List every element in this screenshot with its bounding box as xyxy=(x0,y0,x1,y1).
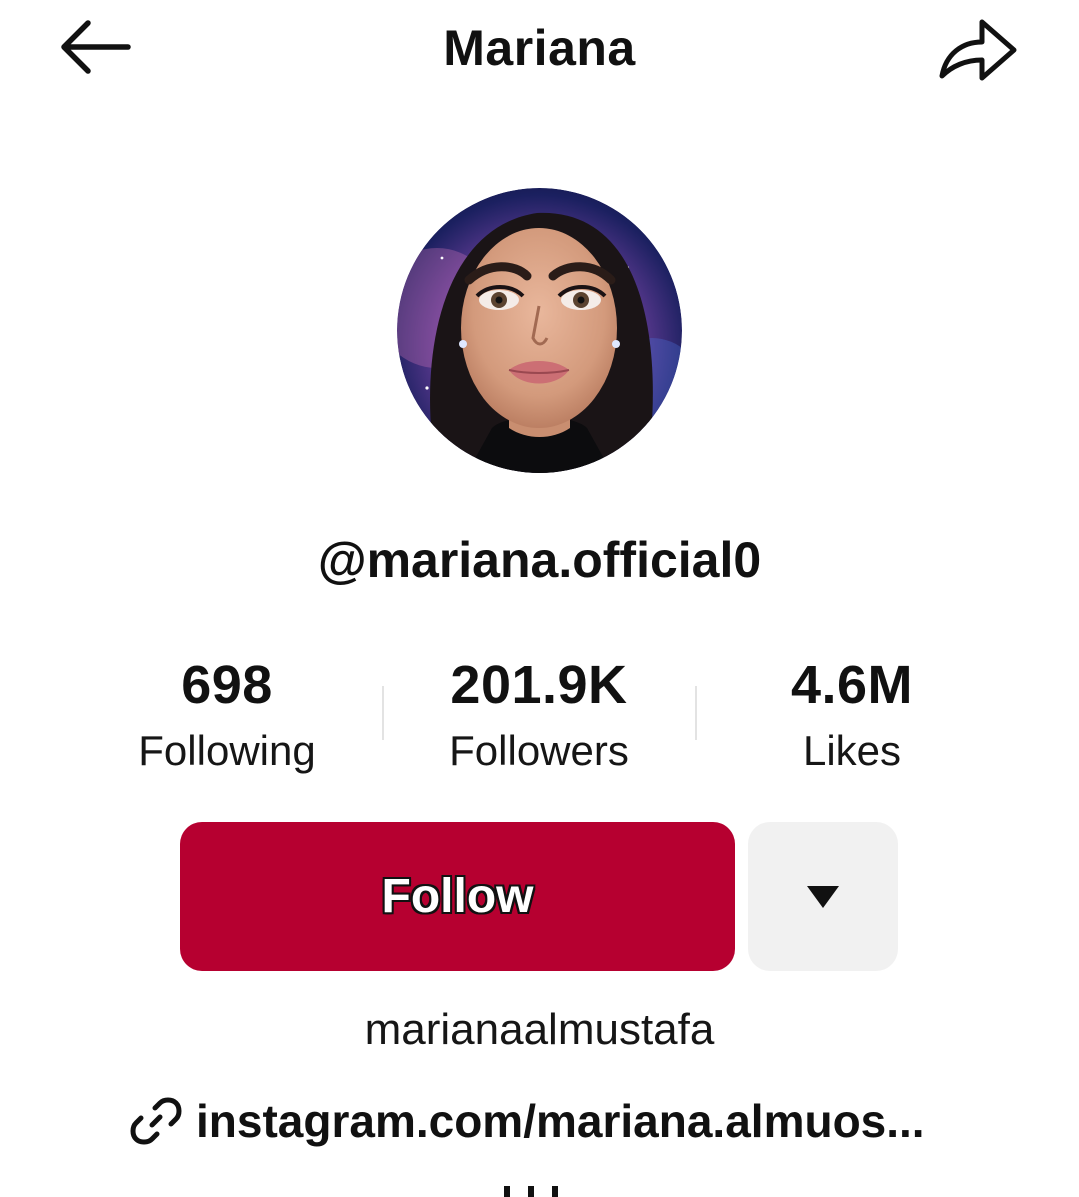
stat-value: 698 xyxy=(181,655,273,715)
caret-down-icon xyxy=(807,885,839,908)
partial-content-glyphs xyxy=(504,1186,558,1197)
stat-following[interactable]: 698 Following xyxy=(77,654,377,776)
stat-followers[interactable]: 201.9K Followers xyxy=(389,654,689,776)
link-icon xyxy=(130,1097,182,1145)
bio-text: marianaalmustafa xyxy=(364,1005,715,1054)
follow-button-label: Follow xyxy=(381,870,534,923)
bio-link-text: instagram.com/mariana.almuos... xyxy=(196,1095,925,1147)
stat-value: 4.6M xyxy=(790,655,914,715)
follow-button[interactable]: Follow xyxy=(180,822,735,971)
stat-label: Following xyxy=(138,727,316,774)
share-button[interactable] xyxy=(932,8,1022,88)
more-options-button[interactable] xyxy=(748,822,898,971)
stat-divider xyxy=(695,686,697,740)
share-arrow-icon xyxy=(939,19,1017,81)
profile-username: @mariana.official0 xyxy=(317,532,762,588)
bio-link[interactable]: instagram.com/mariana.almuos... xyxy=(130,1090,925,1152)
page-title: Mariana xyxy=(443,20,636,76)
profile-avatar xyxy=(397,188,682,473)
avatar[interactable] xyxy=(397,188,682,473)
stat-divider xyxy=(382,686,384,740)
stat-label: Followers xyxy=(449,727,629,774)
stat-label: Likes xyxy=(802,727,902,774)
stat-likes[interactable]: 4.6M Likes xyxy=(702,654,1002,776)
stat-value: 201.9K xyxy=(450,655,628,715)
